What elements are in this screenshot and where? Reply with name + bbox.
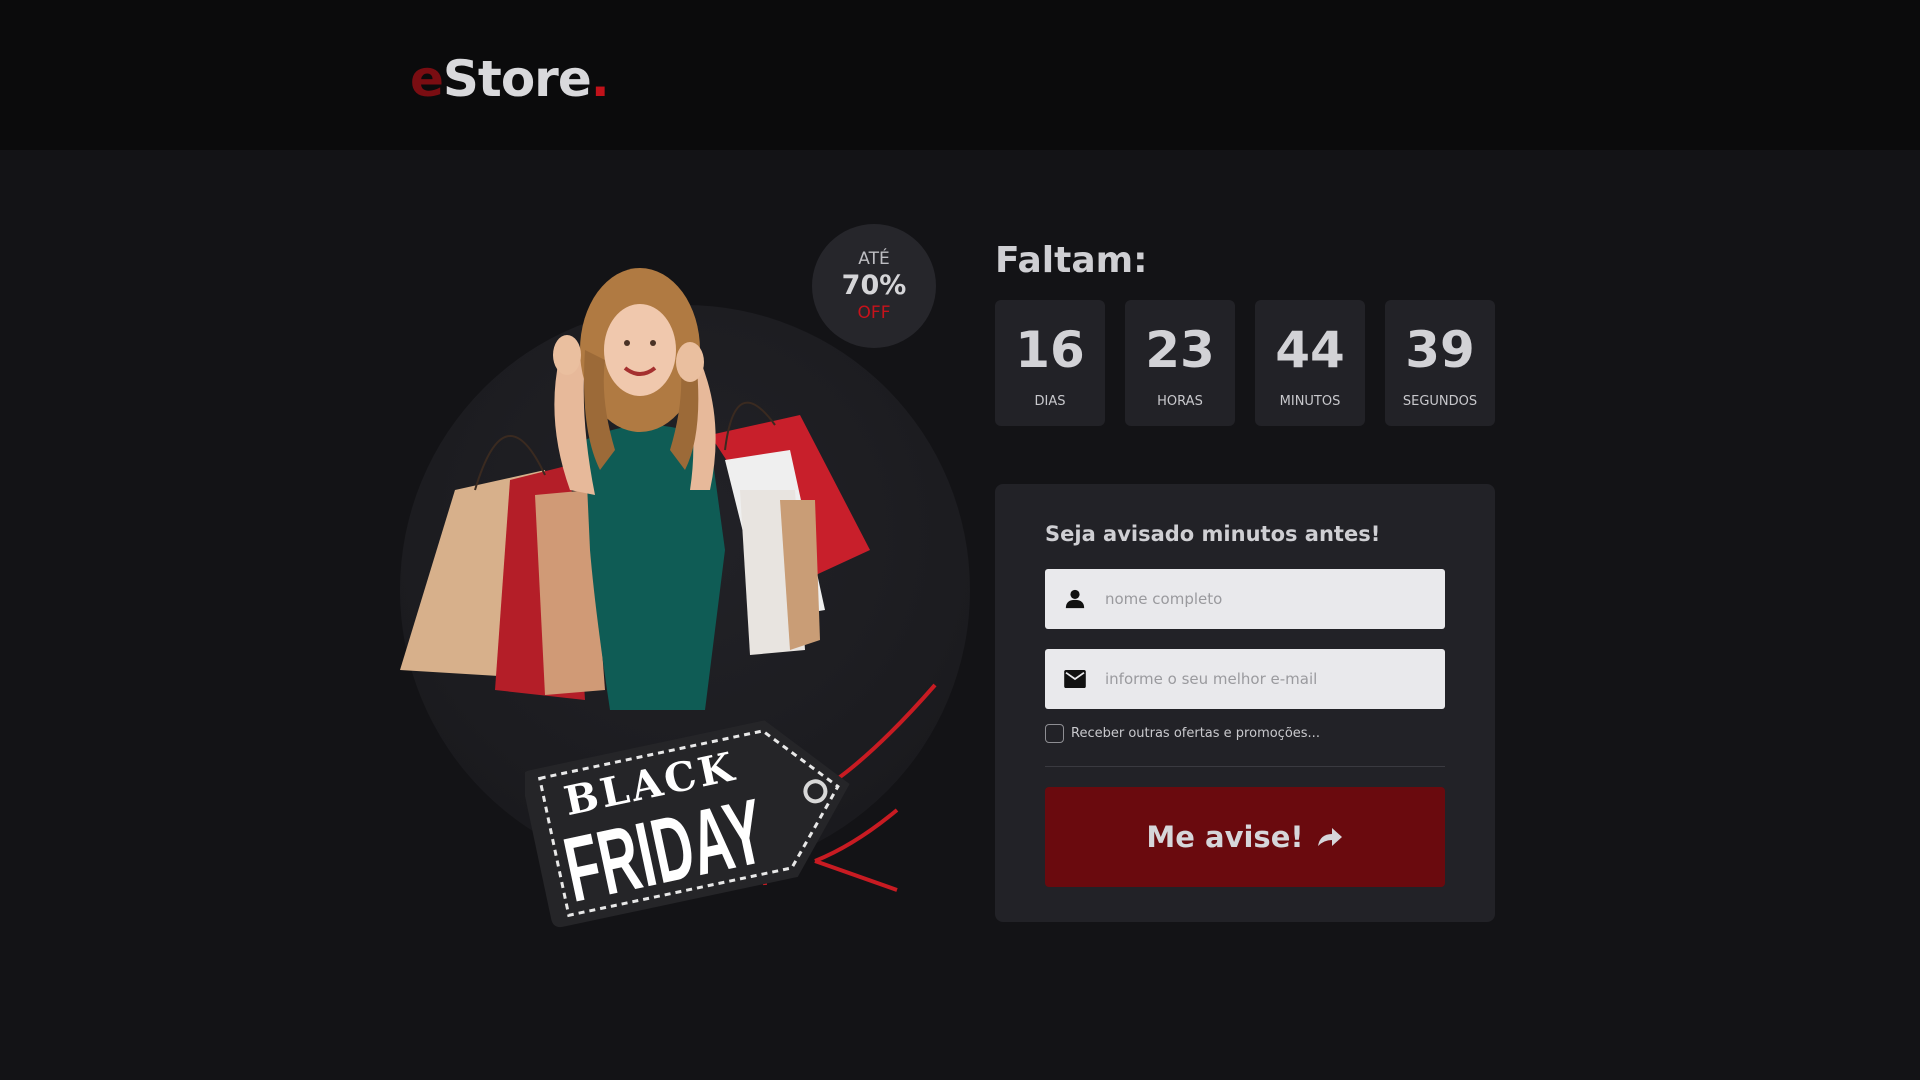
mail-icon: [1045, 649, 1105, 709]
person-icon: [1045, 569, 1105, 629]
store-logo[interactable]: eStore.: [410, 50, 610, 108]
countdown-value: 44: [1275, 321, 1345, 379]
notify-me-label: Me avise!: [1146, 820, 1304, 854]
site-header: eStore.: [0, 0, 1920, 150]
opt-in-label: Receber outras ofertas e promoções...: [1071, 726, 1320, 741]
countdown-value: 16: [1015, 321, 1085, 379]
countdown-timer: 16 DIAS 23 HORAS 44 MINUTOS 39 SEGUNDOS: [995, 300, 1495, 426]
countdown-label: HORAS: [1157, 394, 1203, 409]
countdown-label: MINUTOS: [1279, 394, 1341, 409]
countdown-value: 39: [1405, 321, 1475, 379]
notify-me-button[interactable]: Me avise!: [1045, 787, 1445, 887]
badge-prefix: ATÉ: [858, 249, 890, 269]
countdown-label: DIAS: [1034, 394, 1066, 409]
badge-suffix: OFF: [857, 303, 891, 323]
form-divider: [1045, 766, 1445, 767]
form-title: Seja avisado minutos antes!: [1045, 522, 1381, 546]
name-input[interactable]: [1105, 579, 1425, 619]
logo-text: Store: [442, 50, 592, 108]
share-arrow-icon: [1317, 828, 1342, 846]
countdown-hours: 23 HORAS: [1125, 300, 1235, 426]
countdown-title: Faltam:: [995, 240, 1148, 281]
logo-dot: .: [590, 50, 610, 108]
logo-letter-e: e: [410, 50, 444, 108]
notify-form: Seja avisado minutos antes! Receber outr…: [995, 484, 1495, 922]
name-field[interactable]: [1045, 569, 1445, 629]
countdown-value: 23: [1145, 321, 1215, 379]
countdown-days: 16 DIAS: [995, 300, 1105, 426]
discount-badge: ATÉ 70% OFF: [812, 224, 936, 348]
email-field[interactable]: [1045, 649, 1445, 709]
black-friday-tag: BLACK FRIDAY: [525, 683, 937, 928]
opt-in-checkbox-row[interactable]: Receber outras ofertas e promoções...: [1045, 724, 1320, 743]
opt-in-checkbox[interactable]: [1045, 724, 1064, 743]
badge-percentage: 70%: [841, 270, 907, 301]
countdown-minutes: 44 MINUTOS: [1255, 300, 1365, 426]
countdown-seconds: 39 SEGUNDOS: [1385, 300, 1495, 426]
email-input[interactable]: [1105, 659, 1425, 699]
countdown-label: SEGUNDOS: [1402, 394, 1478, 409]
hero-visual: ATÉ 70% OFF BLACK FRIDAY: [395, 220, 995, 980]
